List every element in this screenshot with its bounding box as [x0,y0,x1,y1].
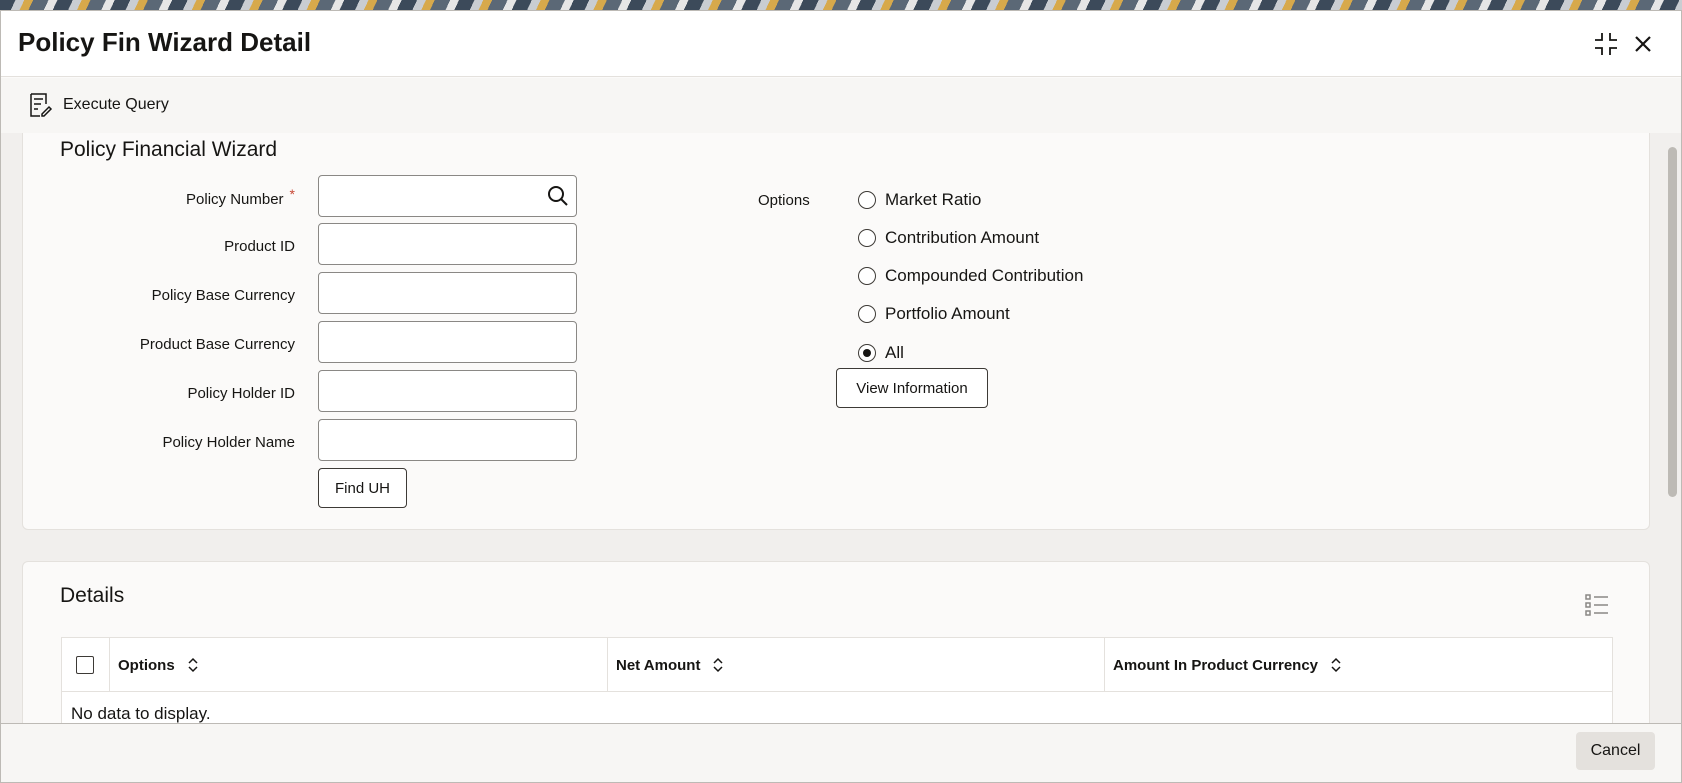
minimize-button[interactable] [1591,29,1621,59]
policy-holder-id-input[interactable] [318,370,577,412]
details-table: Options Net Amount Amount In Product Cur… [61,637,1613,733]
radio-button[interactable] [858,305,876,323]
product-base-currency-label: Product Base Currency [139,336,295,353]
column-settings-button[interactable] [1585,594,1609,621]
view-information-button[interactable]: View Information [836,368,988,408]
execute-query-icon [30,93,53,117]
table-header: Options Net Amount Amount In Product Cur… [62,638,1612,692]
dialog-footer: Cancel [1,723,1681,782]
sort-icon[interactable] [712,657,724,673]
close-button[interactable] [1628,29,1658,59]
cancel-button[interactable]: Cancel [1576,732,1655,770]
option-compounded-contribution[interactable]: Compounded Contribution [858,264,1083,288]
toolbar: Execute Query [1,78,1681,133]
column-header-net-amount[interactable]: Net Amount [616,638,724,692]
select-all-checkbox[interactable] [76,656,94,674]
top-banner-strip [0,0,1682,10]
dialog-window: Policy Fin Wizard Detail Execute Query P… [0,10,1682,783]
policy-base-currency-input[interactable] [318,272,577,314]
details-title: Details [60,584,125,607]
policy-financial-wizard-panel: Policy Financial Wizard Policy Number * P… [22,133,1650,530]
product-base-currency-input[interactable] [318,321,577,363]
option-market-ratio[interactable]: Market Ratio [858,188,981,212]
radio-button-selected[interactable] [858,344,876,362]
search-icon [548,186,568,206]
empty-table-message: No data to display. [71,704,211,723]
dialog-titlebar: Policy Fin Wizard Detail [1,11,1681,77]
policy-holder-id-label: Policy Holder ID [187,385,295,402]
radio-button[interactable] [858,191,876,209]
product-id-label: Product ID [224,238,295,255]
option-contribution-amount[interactable]: Contribution Amount [858,226,1039,250]
sort-icon[interactable] [187,657,199,673]
collapse-icon [1595,33,1617,55]
policy-base-currency-label: Policy Base Currency [151,287,295,304]
policy-holder-name-label: Policy Holder Name [162,434,295,451]
policy-holder-name-input[interactable] [318,419,577,461]
execute-query-button[interactable]: Execute Query [29,90,169,120]
details-panel: Details Options Net Amount Amount In Pro… [22,561,1650,733]
option-all[interactable]: All [858,341,904,365]
required-marker: * [289,186,295,202]
radio-button[interactable] [858,267,876,285]
dialog-title: Policy Fin Wizard Detail [18,27,312,57]
execute-query-label: Execute Query [63,96,169,113]
list-columns-icon [1585,594,1608,616]
find-uh-button[interactable]: Find UH [318,468,407,508]
column-header-amount-in-product-currency[interactable]: Amount In Product Currency [1113,638,1342,692]
option-portfolio-amount[interactable]: Portfolio Amount [858,302,1010,326]
close-icon [1635,36,1651,52]
vertical-scrollbar[interactable] [1664,133,1681,733]
sort-icon[interactable] [1330,657,1342,673]
content-area[interactable]: Policy Financial Wizard Policy Number * P… [1,133,1666,733]
section-title: Policy Financial Wizard [60,138,278,161]
scrollbar-thumb[interactable] [1668,147,1677,497]
policy-number-input[interactable] [318,175,577,217]
options-label: Options [758,192,810,209]
column-header-options[interactable]: Options [118,638,199,692]
policy-number-label: Policy Number * [186,186,295,208]
policy-number-search-button[interactable] [542,180,574,212]
product-id-input[interactable] [318,223,577,265]
radio-button[interactable] [858,229,876,247]
